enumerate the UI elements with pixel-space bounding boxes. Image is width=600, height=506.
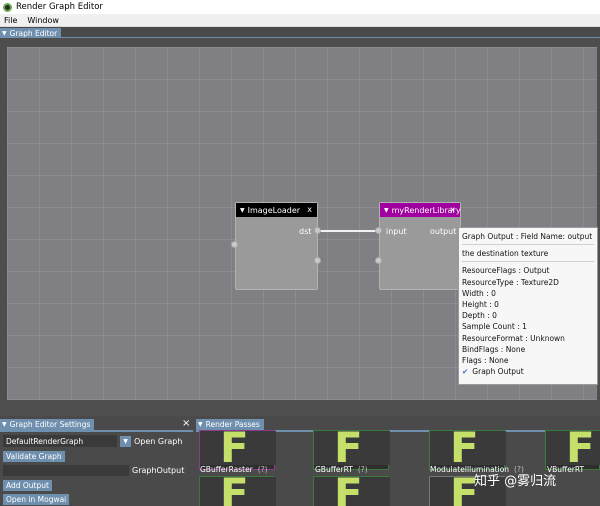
tooltip-header: Graph Output : Field Name: output <box>462 232 593 241</box>
pin-label-output: output <box>430 227 457 236</box>
window-titlebar: Render Graph Editor <box>0 0 600 14</box>
exec-input-pin[interactable] <box>231 241 238 248</box>
exec-output-pin[interactable] <box>314 257 321 264</box>
tooltip-height: Height : 0 <box>462 299 499 309</box>
tab-graph-editor-label: Graph Editor <box>9 29 58 38</box>
validate-graph-button[interactable]: Validate Graph <box>3 450 65 462</box>
node-collapse-icon[interactable]: ▼ <box>384 207 389 214</box>
render-pass-card[interactable]: F <box>313 473 390 506</box>
tooltip-flags: Flags : None <box>462 355 509 365</box>
checkmark-icon: ✔ <box>462 367 469 377</box>
pass-glyph: F <box>334 423 363 472</box>
node-collapse-icon[interactable]: ▼ <box>240 207 245 214</box>
graph-edge[interactable] <box>318 230 379 232</box>
tooltip-graph-output: ✔ Graph Output <box>462 366 594 377</box>
pass-thumbnail: F <box>546 427 600 469</box>
help-icon[interactable]: (?) <box>258 465 268 474</box>
pass-glyph: F <box>334 469 363 506</box>
pass-glyph: F <box>220 469 249 506</box>
render-pass-card[interactable]: F <box>545 427 600 470</box>
pass-glyph: F <box>450 423 479 472</box>
node-close-icon[interactable]: x <box>450 205 455 214</box>
tooltip-description: the destination texture <box>462 249 549 259</box>
menu-window[interactable]: Window <box>27 16 59 25</box>
graph-select-row: DefaultRenderGraph ▼ Open Graph <box>3 435 191 447</box>
graph-output-row: GraphOutput <box>3 464 191 476</box>
pin-label-input: input <box>386 227 407 236</box>
tooltip-divider <box>462 244 594 246</box>
node-close-icon[interactable]: x <box>307 205 312 214</box>
add-output-button[interactable]: Add Output <box>3 479 52 491</box>
tooltip-resource-format: ResourceFormat : Unknown <box>462 333 565 343</box>
graph-output-input[interactable] <box>3 464 129 476</box>
open-graph-label[interactable]: Open Graph <box>134 437 182 446</box>
node-header[interactable]: ▼ myRenderLibrary x <box>380 203 461 217</box>
render-pass-card[interactable]: F <box>429 427 506 470</box>
graph-select-dropdown[interactable]: DefaultRenderGraph <box>3 435 117 447</box>
pass-thumbnail: F <box>314 473 390 506</box>
tooltip-bind-flags: BindFlags : None <box>462 344 526 354</box>
pass-thumbnail: F <box>200 473 276 506</box>
watermark: 知乎 @雾归流 <box>474 474 557 489</box>
graph-output-label: GraphOutput <box>132 465 185 475</box>
input-pin[interactable] <box>375 227 382 234</box>
pin-label-dst: dst <box>299 227 312 236</box>
chevron-down-icon[interactable]: ▼ <box>120 435 131 447</box>
render-pass-card[interactable]: F <box>313 427 390 470</box>
collapse-triangle-icon[interactable]: ▼ <box>2 30 7 37</box>
tab-underline <box>0 430 193 432</box>
pass-thumbnail: F <box>430 427 506 469</box>
node-my-render-library[interactable]: ▼ myRenderLibrary x <box>379 202 461 290</box>
exec-input-pin[interactable] <box>375 257 382 264</box>
tab-settings-label: Graph Editor Settings <box>9 420 91 429</box>
node-image-loader[interactable]: ▼ ImageLoader x <box>235 202 318 290</box>
tooltip-depth: Depth : 0 <box>462 311 497 321</box>
validate-row: Validate Graph <box>3 450 191 462</box>
render-pass-card[interactable]: F <box>199 473 276 506</box>
window-title: Render Graph Editor <box>16 2 103 12</box>
node-title: ImageLoader <box>247 205 301 215</box>
collapse-triangle-icon[interactable]: ▼ <box>198 421 203 428</box>
open-in-mogwai-button[interactable]: Open in Mogwai <box>3 493 70 505</box>
tooltip-sample-count: Sample Count : 1 <box>462 322 527 332</box>
app-logo-icon <box>3 2 12 12</box>
open-mogwai-row: Open in Mogwai <box>3 493 191 505</box>
menubar: File Window <box>0 14 600 27</box>
pass-glyph: F <box>220 423 249 472</box>
graph-output-label: Graph Output <box>472 367 524 377</box>
tooltip-divider <box>462 261 594 263</box>
menu-file[interactable]: File <box>4 16 17 25</box>
tooltip-resource-type: ResourceType : Texture2D <box>462 277 559 287</box>
render-pass-card[interactable]: F <box>199 427 276 470</box>
tooltip-resource-flags: ResourceFlags : Output <box>462 266 550 276</box>
pass-thumbnail: F <box>200 427 276 469</box>
output-pin[interactable] <box>314 227 321 234</box>
collapse-triangle-icon[interactable]: ▼ <box>2 421 7 428</box>
pass-glyph: F <box>566 423 595 472</box>
pin-tooltip: Graph Output : Field Name: output the de… <box>458 227 598 385</box>
add-output-row: Add Output <box>3 479 191 491</box>
pass-thumbnail: F <box>314 427 390 469</box>
tooltip-width: Width : 0 <box>462 288 496 298</box>
close-icon[interactable]: × <box>182 418 190 429</box>
node-header[interactable]: ▼ ImageLoader x <box>236 203 317 217</box>
tab-graph-editor-settings[interactable]: ▼ Graph Editor Settings <box>0 419 95 430</box>
